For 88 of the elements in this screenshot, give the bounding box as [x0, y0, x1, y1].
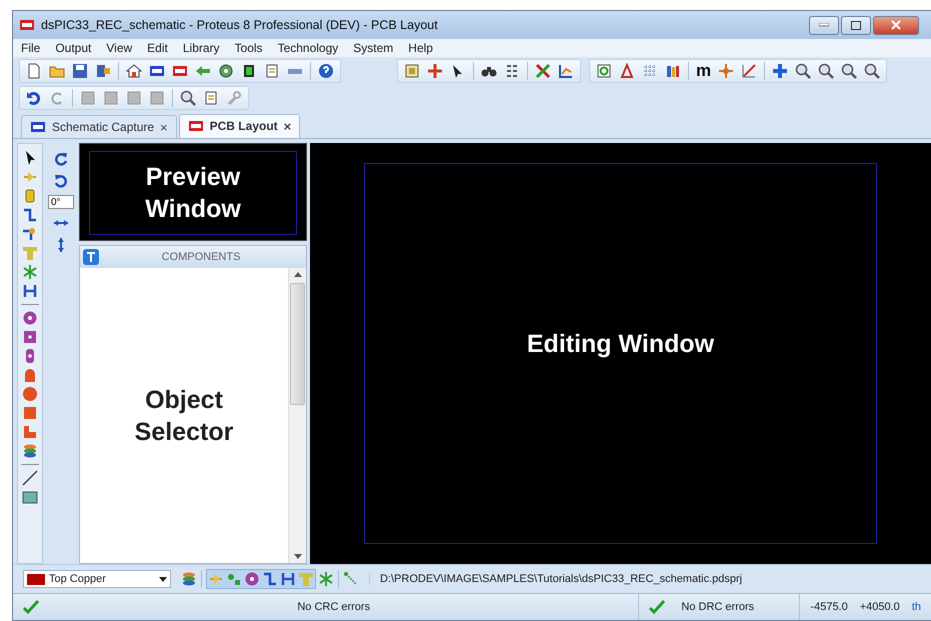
cross-icon[interactable] — [427, 62, 443, 78]
layers-icon[interactable] — [22, 443, 38, 459]
x-coordinate: -4575.0 — [810, 601, 848, 613]
window-title: dsPIC33_REC_schematic - Proteus 8 Professional (DEV) - PCB Layout — [41, 18, 439, 32]
save-icon[interactable] — [72, 62, 88, 78]
y-coordinate: +4050.0 — [860, 601, 900, 613]
layer-dropdown[interactable]: Top Copper — [23, 570, 171, 588]
d-pad-icon[interactable] — [22, 367, 38, 383]
editing-window-label: Editing Window — [526, 328, 714, 360]
zoom-icon[interactable] — [795, 62, 812, 78]
editing-window[interactable]: Editing Window — [310, 143, 931, 564]
home-icon[interactable] — [126, 62, 142, 78]
undo-icon[interactable] — [26, 90, 42, 106]
rectangle-icon[interactable] — [22, 489, 38, 505]
menu-item[interactable]: Edit — [147, 41, 168, 55]
check-icon — [23, 599, 39, 615]
via-icon[interactable] — [22, 226, 38, 242]
square-icon[interactable] — [22, 405, 38, 421]
toolbar-button[interactable]: m — [694, 62, 714, 78]
layout-icon[interactable] — [404, 62, 420, 78]
track-icon[interactable] — [22, 207, 38, 223]
project-path: D:\PRODEV\IMAGE\SAMPLES\Tutorials\dsPIC33_REC_schematic.pdsprj — [369, 573, 742, 585]
check-icon — [649, 599, 666, 615]
round-pad-icon[interactable] — [244, 571, 260, 587]
menu-item[interactable]: Tools — [234, 41, 263, 55]
new-file-icon[interactable] — [26, 62, 42, 78]
preview-label: Preview Window — [145, 162, 241, 225]
chip-icon[interactable] — [241, 62, 257, 78]
block-icon[interactable] — [149, 90, 165, 106]
square-pad-icon[interactable] — [22, 329, 38, 345]
zoom-icon[interactable] — [864, 62, 880, 78]
rotation-field[interactable]: 0° — [48, 195, 74, 209]
plus-icon[interactable] — [772, 62, 788, 78]
menu-item[interactable]: Library — [182, 41, 220, 55]
list-icon[interactable] — [504, 62, 520, 78]
minimize-icon — [819, 23, 829, 27]
zoom-icon[interactable] — [841, 62, 858, 78]
document-icon[interactable] — [264, 62, 280, 78]
diagonal-icon[interactable] — [741, 62, 758, 78]
ratsnest-icon[interactable] — [343, 571, 359, 587]
tab[interactable]: Schematic Capture × — [21, 115, 177, 138]
menu-item[interactable]: File — [21, 41, 40, 55]
maximize-icon — [851, 20, 861, 30]
scroll-up-icon[interactable] — [294, 272, 302, 277]
block-icon[interactable] — [126, 90, 142, 106]
rotate-icon[interactable] — [53, 173, 69, 189]
crosshair-icon[interactable] — [718, 62, 734, 78]
l-shape-icon[interactable] — [22, 424, 38, 440]
tab-label: PCB Layout — [210, 119, 278, 133]
graph-icon[interactable] — [558, 62, 574, 78]
tab-label: Schematic Capture — [52, 120, 154, 134]
text-icon[interactable] — [83, 249, 99, 265]
zoom-icon[interactable] — [818, 62, 834, 78]
menu-item[interactable]: Help — [408, 41, 433, 55]
help-icon[interactable] — [318, 62, 334, 78]
asterisk-icon[interactable] — [22, 264, 38, 280]
asterisk-icon[interactable] — [318, 571, 334, 587]
crc-status: No CRC errors — [296, 601, 372, 613]
panel-header: COMPONENTS — [160, 251, 242, 263]
x-icon[interactable] — [535, 62, 551, 78]
close-icon — [891, 20, 901, 30]
tab[interactable]: PCB Layout × — [178, 114, 300, 138]
grid-icon[interactable] — [642, 62, 658, 78]
block-icon[interactable] — [103, 90, 119, 106]
zoom-icon[interactable] — [180, 90, 196, 106]
block-icon[interactable] — [80, 90, 96, 106]
drc-status: No DRC errors — [681, 601, 754, 613]
object-selector-label: Object Selector — [134, 384, 234, 448]
maximize-button[interactable] — [841, 16, 871, 34]
line-icon[interactable] — [22, 470, 38, 486]
tab-close-button[interactable]: × — [284, 118, 292, 134]
caret-icon — [159, 576, 167, 582]
rotate-icon[interactable] — [53, 151, 69, 167]
layers-icon[interactable] — [181, 571, 197, 587]
close-button[interactable] — [873, 16, 919, 34]
minimize-button[interactable] — [809, 16, 839, 34]
menu-item[interactable]: System — [353, 41, 394, 55]
triangle-icon[interactable] — [619, 62, 635, 78]
menu-item[interactable]: Output — [55, 41, 92, 55]
circle-icon[interactable] — [22, 386, 38, 402]
units-label: th — [912, 601, 921, 613]
menu-item[interactable]: Technology — [278, 41, 338, 55]
scroll-down-icon[interactable] — [294, 554, 302, 559]
scrollbar[interactable] — [288, 268, 306, 563]
round-pad-icon[interactable] — [22, 310, 38, 326]
tab-close-button[interactable]: × — [160, 120, 168, 134]
menu-item[interactable]: View — [106, 41, 132, 55]
document-icon[interactable] — [203, 90, 219, 106]
